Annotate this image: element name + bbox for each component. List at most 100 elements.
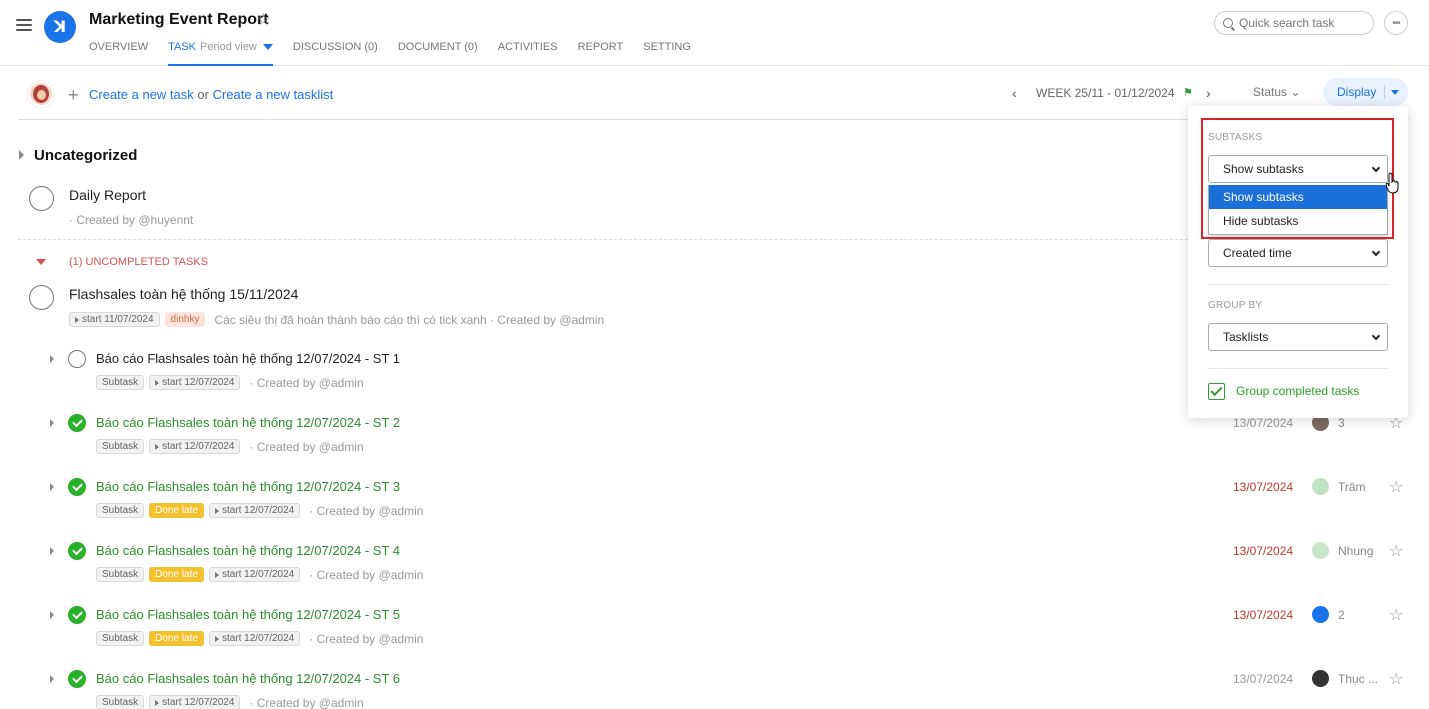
subtask-done-icon[interactable] <box>68 414 86 432</box>
tab-activities[interactable]: ACTIVITIES <box>498 41 558 66</box>
assignee-avatar[interactable] <box>1312 542 1329 559</box>
chevron-down-icon: ⌄ <box>1290 85 1301 99</box>
subtask-tag: Subtask <box>96 503 145 518</box>
subtask-done-icon[interactable] <box>68 478 86 496</box>
subtask-title[interactable]: Báo cáo Flashsales toàn hệ thống 12/07/2… <box>96 479 400 494</box>
start-date-tag: start 11/07/2024 <box>69 312 160 327</box>
subtasks-dropdown: Show subtasks Hide subtasks <box>1208 185 1388 235</box>
favorite-star-icon[interactable]: ☆ <box>1389 477 1403 497</box>
due-date[interactable]: 13/07/2024 <box>1233 416 1293 430</box>
group-by-select[interactable]: Tasklists <box>1208 323 1388 351</box>
tab-task[interactable]: TASK Period view <box>168 41 273 66</box>
favorite-star-icon[interactable]: ☆ <box>1389 541 1403 561</box>
next-week-icon[interactable]: › <box>1206 85 1211 101</box>
chevron-down-icon <box>1371 331 1381 341</box>
quick-search[interactable] <box>1214 11 1374 35</box>
option-show-subtasks[interactable]: Show subtasks <box>1209 185 1387 209</box>
group-completed-checkbox[interactable] <box>1208 383 1225 400</box>
task-complete-toggle[interactable] <box>29 285 54 310</box>
assignee-avatar[interactable] <box>1312 606 1329 623</box>
subtask-done-icon[interactable] <box>68 542 86 560</box>
subtask-done-icon[interactable] <box>68 670 86 688</box>
start-date-tag: start 12/07/2024 <box>208 567 301 582</box>
plus-icon[interactable]: + <box>68 85 79 106</box>
subtask-tag: Subtask <box>96 439 145 454</box>
subtask-meta: Subtask Done late start 12/07/2024 · Create… <box>96 503 423 518</box>
subtasks-select[interactable]: Show subtasks <box>1208 155 1388 183</box>
favorite-star-icon[interactable]: ☆ <box>1389 605 1403 625</box>
create-task-link[interactable]: Create a new task <box>89 87 194 102</box>
subtask-expand-icon[interactable] <box>50 547 54 555</box>
subtask-expand-icon[interactable] <box>50 355 54 363</box>
subtask-expand-icon[interactable] <box>50 483 54 491</box>
due-date[interactable]: 13/07/2024 <box>1233 672 1293 686</box>
done-late-badge: Done late <box>149 567 204 582</box>
assignee-avatar[interactable] <box>1312 670 1329 687</box>
sort-select[interactable]: Created time <box>1208 239 1388 267</box>
due-date[interactable]: 13/07/2024 <box>1233 608 1293 622</box>
tab-setting[interactable]: SETTING <box>643 41 691 66</box>
start-date-tag: start 12/07/2024 <box>208 503 301 518</box>
favorite-star-icon[interactable]: ☆ <box>1389 669 1403 689</box>
subtask-meta: Subtask Done late start 12/07/2024 · Create… <box>96 631 423 646</box>
subtask-meta: Subtask Done late start 12/07/2024 · Create… <box>96 567 423 582</box>
subtasks-label: SUBTASKS <box>1208 132 1263 143</box>
create-links: Create a new task or Create a new taskli… <box>89 87 334 102</box>
uncompleted-collapse-icon[interactable] <box>36 259 46 265</box>
tab-discussion[interactable]: DISCUSSION (0) <box>293 41 378 66</box>
divider <box>18 239 1188 240</box>
search-icon <box>1223 18 1233 28</box>
section-collapse-icon[interactable] <box>19 150 24 160</box>
tab-report[interactable]: REPORT <box>578 41 624 66</box>
subtask-title[interactable]: Báo cáo Flashsales toàn hệ thống 12/07/2… <box>96 351 400 366</box>
assignee-name[interactable]: Nhung <box>1338 544 1373 558</box>
menu-icon[interactable] <box>16 19 32 33</box>
tab-document[interactable]: DOCUMENT (0) <box>398 41 478 66</box>
more-options-button[interactable]: ••• <box>1384 11 1408 35</box>
option-hide-subtasks[interactable]: Hide subtasks <box>1209 209 1387 233</box>
subtask-tag: Subtask <box>96 631 145 646</box>
task-title[interactable]: Daily Report <box>69 187 146 203</box>
previous-week-icon[interactable]: ‹ <box>1012 85 1017 101</box>
subtask-title[interactable]: Báo cáo Flashsales toàn hệ thống 12/07/2… <box>96 671 400 686</box>
done-late-badge: Done late <box>149 503 204 518</box>
status-filter-button[interactable]: Status ⌄ <box>1253 85 1300 99</box>
project-logo-icon: ꓘ <box>44 11 76 43</box>
create-tasklist-link[interactable]: Create a new tasklist <box>213 87 334 102</box>
assignee-avatar[interactable] <box>1312 478 1329 495</box>
subtask-title[interactable]: Báo cáo Flashsales toàn hệ thống 12/07/2… <box>96 415 400 430</box>
caret-down-icon <box>1391 89 1400 95</box>
subtask-expand-icon[interactable] <box>50 675 54 683</box>
favorite-star-icon[interactable]: ☆ <box>256 10 271 30</box>
project-tabs: OVERVIEW TASK Period view DISCUSSION (0) … <box>89 41 711 66</box>
created-by: · Created by @admin <box>249 439 364 454</box>
uncompleted-tasks-label[interactable]: (1) UNCOMPLETED TASKS <box>69 256 208 268</box>
group-completed-label[interactable]: Group completed tasks <box>1236 384 1359 398</box>
top-bar: ꓘ Marketing Event Report ☆ OVERVIEW TASK… <box>0 0 1429 66</box>
chevron-down-icon <box>1371 247 1381 257</box>
subtask-complete-toggle[interactable] <box>68 350 86 368</box>
label-tag[interactable]: dinhky <box>164 312 206 327</box>
assignee-name[interactable]: Trâm <box>1338 480 1366 494</box>
tab-overview[interactable]: OVERVIEW <box>89 41 148 66</box>
subtask-tag: Subtask <box>96 375 145 390</box>
assignee-name[interactable]: 2 <box>1338 608 1345 622</box>
subtask-title[interactable]: Báo cáo Flashsales toàn hệ thống 12/07/2… <box>96 607 400 622</box>
display-button[interactable]: Display <box>1323 78 1408 106</box>
due-date[interactable]: 13/07/2024 <box>1233 544 1293 558</box>
search-input[interactable] <box>1239 16 1359 30</box>
subtask-title[interactable]: Báo cáo Flashsales toàn hệ thống 12/07/2… <box>96 543 400 558</box>
divider <box>1208 368 1388 369</box>
assignee-name[interactable]: 3 <box>1338 416 1345 430</box>
start-date-tag: start 12/07/2024 <box>149 439 241 454</box>
subtask-done-icon[interactable] <box>68 606 86 624</box>
start-date-tag: start 12/07/2024 <box>208 631 301 646</box>
task-title[interactable]: Flashsales toàn hệ thống 15/11/2024 <box>69 286 298 302</box>
task-complete-toggle[interactable] <box>29 186 54 211</box>
created-by: · Created by @admin <box>309 503 424 518</box>
assignee-name[interactable]: Thục ... <box>1338 672 1378 686</box>
avatar[interactable] <box>28 81 54 107</box>
due-date[interactable]: 13/07/2024 <box>1233 480 1293 494</box>
subtask-expand-icon[interactable] <box>50 419 54 427</box>
subtask-expand-icon[interactable] <box>50 611 54 619</box>
